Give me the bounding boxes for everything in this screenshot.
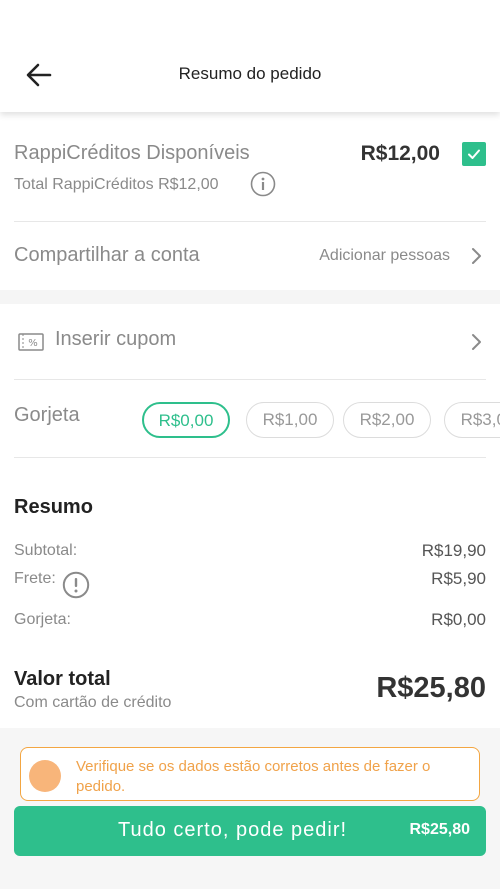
share-bill-row[interactable]: Compartilhar a conta Adicionar pessoas — [14, 222, 486, 290]
tip-summary-value: R$0,00 — [431, 610, 486, 629]
chevron-right-icon — [472, 334, 481, 350]
coupon-label: Inserir cupom — [55, 328, 177, 350]
warning-text: Verifique se os dados estão corretos ant… — [76, 758, 431, 795]
rappi-credits-row: RappiCréditos Disponíveis Total RappiCré… — [14, 128, 486, 222]
tip-option-3[interactable]: R$3,00 — [444, 402, 500, 438]
payment-method-text: Com cartão de crédito — [14, 694, 172, 711]
credits-checkbox[interactable] — [462, 142, 486, 166]
warning-banner: Verifique se os dados estão corretos ant… — [20, 747, 480, 801]
svg-text:%: % — [28, 338, 38, 349]
shipping-value: R$5,90 — [431, 569, 486, 588]
checkmark-icon — [468, 149, 480, 159]
add-people-link[interactable]: Adicionar pessoas — [319, 247, 450, 265]
chevron-right-icon — [472, 248, 481, 264]
warning-icon — [29, 760, 61, 792]
tip-option-1[interactable]: R$1,00 — [246, 402, 334, 438]
place-order-price: R$25,80 — [409, 821, 471, 838]
subtotal-value: R$19,90 — [421, 541, 486, 560]
credits-label: RappiCréditos Disponíveis — [14, 142, 250, 164]
tip-option-0[interactable]: R$0,00 — [142, 402, 230, 438]
app-header: Resumo do pedido — [0, 0, 500, 112]
share-bill-label: Compartilhar a conta — [14, 244, 200, 266]
page-title: Resumo do pedido — [178, 64, 322, 83]
subtotal-label: Subtotal: — [14, 542, 78, 559]
credits-total-text: Total RappiCréditos R$12,00 — [14, 176, 219, 193]
credits-value: R$12,00 — [360, 142, 440, 165]
info-icon[interactable] — [250, 171, 276, 197]
alert-circle-icon[interactable] — [62, 571, 90, 599]
place-order-label: Tudo certo, pode pedir! — [118, 819, 348, 841]
summary-title: Resumo — [14, 496, 93, 518]
tip-summary-label: Gorjeta: — [14, 611, 71, 628]
total-label: Valor total — [14, 668, 111, 690]
place-order-button[interactable]: Tudo certo, pode pedir! R$25,80 — [14, 806, 486, 856]
shipping-label: Frete: — [14, 570, 56, 587]
tip-option-2[interactable]: R$2,00 — [343, 402, 431, 438]
tip-options: R$0,00 R$1,00 R$2,00 R$3,00 — [142, 401, 500, 441]
total-value: R$25,80 — [376, 672, 486, 704]
coupon-row[interactable]: % Inserir cupom — [14, 304, 486, 380]
tip-row: Gorjeta R$0,00 R$1,00 R$2,00 R$3,00 — [14, 380, 500, 458]
section-divider — [0, 290, 500, 304]
coupon-icon: % — [18, 333, 44, 351]
tip-label: Gorjeta — [14, 404, 80, 426]
